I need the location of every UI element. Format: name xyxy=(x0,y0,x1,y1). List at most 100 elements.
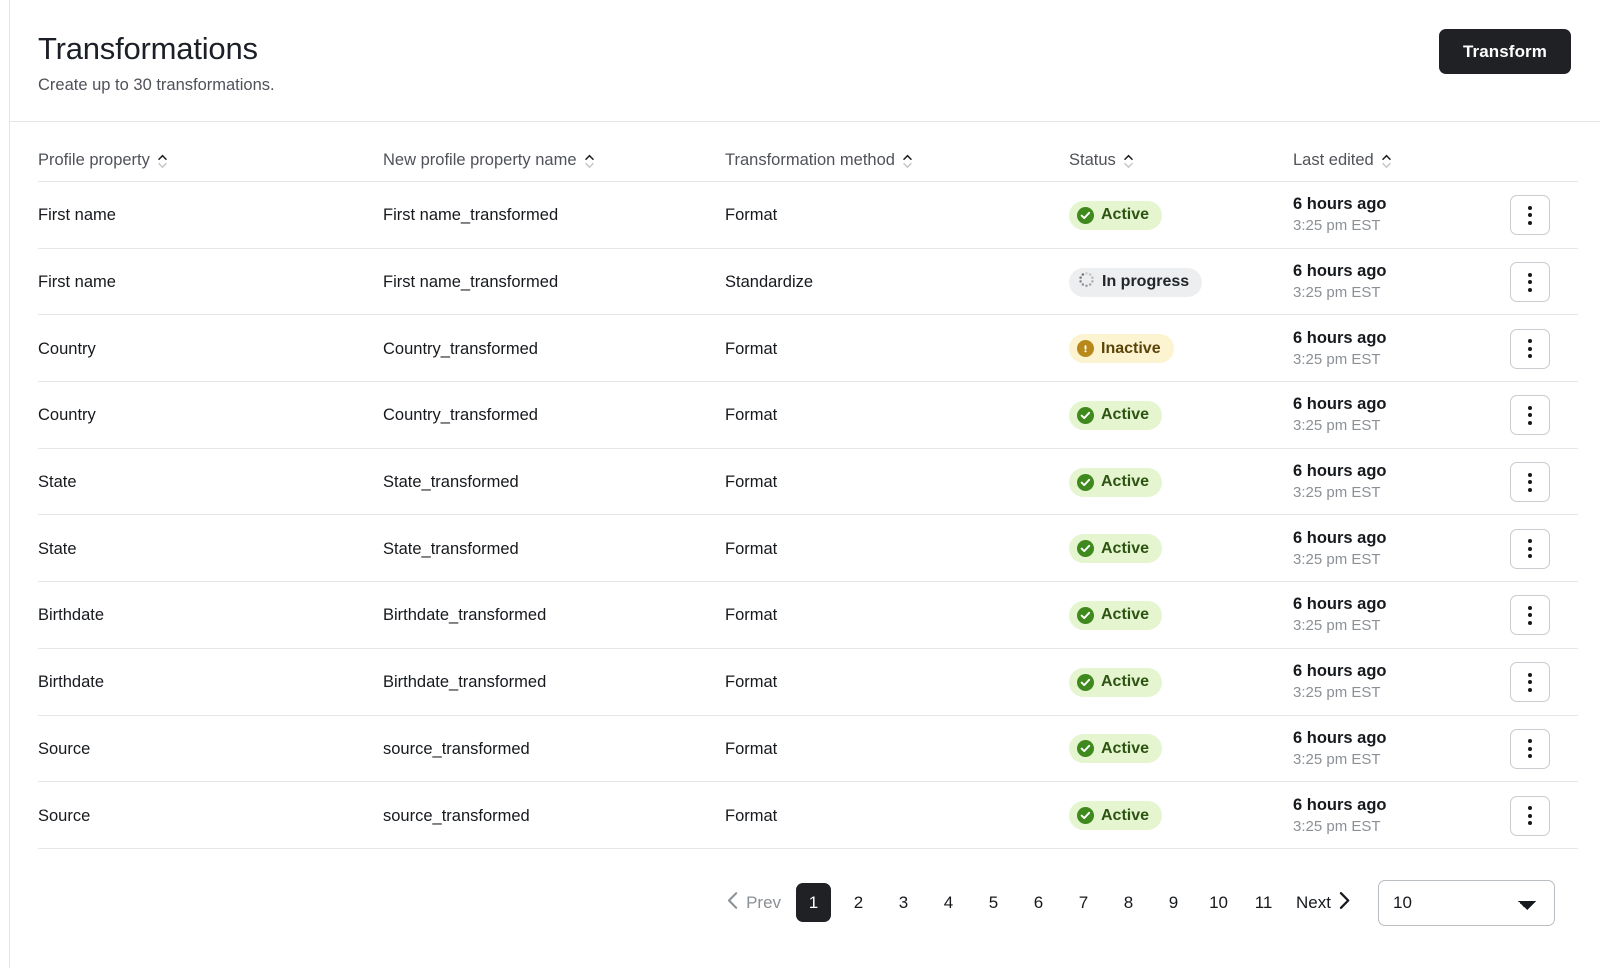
check-circle-icon xyxy=(1077,740,1094,757)
transformations-card: Transformations Create up to 30 transfor… xyxy=(9,0,1600,968)
cell-profile-property: State xyxy=(38,538,383,560)
transform-button[interactable]: Transform xyxy=(1439,29,1571,74)
cell-status: Active xyxy=(1069,201,1293,230)
cell-new-profile-property-name: First name_transformed xyxy=(383,271,725,293)
check-circle-icon xyxy=(1077,474,1094,491)
sort-profile-property-button[interactable]: Profile property xyxy=(38,151,168,170)
kebab-menu-icon xyxy=(1528,421,1532,425)
status-badge: Active xyxy=(1069,401,1162,430)
check-circle-icon xyxy=(1077,674,1094,691)
row-menu-button[interactable] xyxy=(1510,796,1550,836)
pagination-page-10[interactable]: 10 xyxy=(1201,883,1236,922)
pagination-page-7[interactable]: 7 xyxy=(1066,883,1101,922)
chevron-left-icon xyxy=(727,892,738,914)
page-header: Transformations Create up to 30 transfor… xyxy=(10,0,1600,122)
pagination-page-3[interactable]: 3 xyxy=(886,883,921,922)
status-badge: Active xyxy=(1069,668,1162,697)
table-row[interactable]: State State_transformed Format Active 6 … xyxy=(10,449,1600,516)
kebab-menu-icon xyxy=(1528,273,1532,277)
last-edited-time: 3:25 pm EST xyxy=(1293,283,1468,303)
pagination-page-8[interactable]: 8 xyxy=(1111,883,1146,922)
cell-new-profile-property-name: Country_transformed xyxy=(383,404,725,426)
pagination-page-2[interactable]: 2 xyxy=(841,883,876,922)
table-row[interactable]: First name First name_transformed Standa… xyxy=(10,249,1600,316)
cell-profile-property: First name xyxy=(38,271,383,293)
cell-profile-property: Source xyxy=(38,805,383,827)
cell-transformation-method: Format xyxy=(725,604,1069,626)
table-row[interactable]: Source source_transformed Format Active … xyxy=(10,782,1600,849)
kebab-menu-icon xyxy=(1528,354,1532,358)
cell-transformation-method: Format xyxy=(725,404,1069,426)
status-badge: Active xyxy=(1069,601,1162,630)
pagination-page-4[interactable]: 4 xyxy=(931,883,966,922)
cell-last-edited: 6 hours ago 3:25 pm EST xyxy=(1293,795,1468,837)
sort-transformation-method-button[interactable]: Transformation method xyxy=(725,151,913,170)
table-row[interactable]: Country Country_transformed Format Inact… xyxy=(10,315,1600,382)
row-menu-button[interactable] xyxy=(1510,395,1550,435)
table-row[interactable]: State State_transformed Format Active 6 … xyxy=(10,515,1600,582)
pagination-page-11[interactable]: 11 xyxy=(1246,883,1281,922)
pagination-prev-button[interactable]: Prev xyxy=(717,886,791,920)
row-menu-button[interactable] xyxy=(1510,195,1550,235)
page-title: Transformations xyxy=(38,30,258,68)
kebab-menu-icon xyxy=(1528,413,1532,417)
table-row[interactable]: First name First name_transformed Format… xyxy=(10,182,1600,249)
kebab-menu-icon xyxy=(1528,221,1532,225)
last-edited-time: 3:25 pm EST xyxy=(1293,683,1468,703)
column-header-status: Status xyxy=(1069,151,1293,170)
last-edited-relative: 6 hours ago xyxy=(1293,394,1468,415)
kebab-menu-icon xyxy=(1528,406,1532,410)
transformations-table: Profile property New profile property na… xyxy=(10,122,1600,849)
pagination-page-9[interactable]: 9 xyxy=(1156,883,1191,922)
table-body: First name First name_transformed Format… xyxy=(10,182,1600,849)
kebab-menu-icon xyxy=(1528,539,1532,543)
sort-status-button[interactable]: Status xyxy=(1069,151,1134,170)
cell-profile-property: Birthdate xyxy=(38,671,383,693)
row-menu-button[interactable] xyxy=(1510,662,1550,702)
last-edited-time: 3:25 pm EST xyxy=(1293,483,1468,503)
page-size-select[interactable]: 102550100 xyxy=(1378,880,1555,926)
pagination-page-5[interactable]: 5 xyxy=(976,883,1011,922)
cell-new-profile-property-name: Birthdate_transformed xyxy=(383,671,725,693)
status-badge: Active xyxy=(1069,468,1162,497)
cell-new-profile-property-name: source_transformed xyxy=(383,738,725,760)
table-row[interactable]: Country Country_transformed Format Activ… xyxy=(10,382,1600,449)
cell-transformation-method: Format xyxy=(725,204,1069,226)
column-label: Last edited xyxy=(1293,151,1374,170)
table-row[interactable]: Birthdate Birthdate_transformed Format A… xyxy=(10,582,1600,649)
last-edited-relative: 6 hours ago xyxy=(1293,328,1468,349)
sort-new-profile-property-name-button[interactable]: New profile property name xyxy=(383,151,595,170)
status-badge-label: Active xyxy=(1101,474,1149,490)
status-badge-label: Active xyxy=(1101,741,1149,757)
check-circle-icon xyxy=(1077,607,1094,624)
row-menu-button[interactable] xyxy=(1510,729,1550,769)
kebab-menu-icon xyxy=(1528,754,1532,758)
pagination-next-button[interactable]: Next xyxy=(1286,886,1360,920)
table-row[interactable]: Birthdate Birthdate_transformed Format A… xyxy=(10,649,1600,716)
chevron-right-icon xyxy=(1339,892,1350,914)
kebab-menu-icon xyxy=(1528,688,1532,692)
sort-arrows-icon xyxy=(1381,152,1392,169)
column-header-new-profile-property-name: New profile property name xyxy=(383,151,725,170)
table-row[interactable]: Source source_transformed Format Active … xyxy=(10,716,1600,783)
row-menu-button[interactable] xyxy=(1510,262,1550,302)
cell-status: Active xyxy=(1069,668,1293,697)
kebab-menu-icon xyxy=(1528,613,1532,617)
cell-transformation-method: Standardize xyxy=(725,271,1069,293)
cell-last-edited: 6 hours ago 3:25 pm EST xyxy=(1293,461,1468,503)
pagination-page-6[interactable]: 6 xyxy=(1021,883,1056,922)
cell-new-profile-property-name: Birthdate_transformed xyxy=(383,604,725,626)
row-menu-button[interactable] xyxy=(1510,595,1550,635)
cell-transformation-method: Format xyxy=(725,738,1069,760)
sort-last-edited-button[interactable]: Last edited xyxy=(1293,151,1392,170)
row-menu-button[interactable] xyxy=(1510,462,1550,502)
row-menu-button[interactable] xyxy=(1510,529,1550,569)
cell-actions xyxy=(1468,796,1572,836)
cell-last-edited: 6 hours ago 3:25 pm EST xyxy=(1293,394,1468,436)
kebab-menu-icon xyxy=(1528,480,1532,484)
pagination-page-1[interactable]: 1 xyxy=(796,883,831,922)
kebab-menu-icon xyxy=(1528,673,1532,677)
last-edited-relative: 6 hours ago xyxy=(1293,728,1468,749)
row-menu-button[interactable] xyxy=(1510,329,1550,369)
cell-new-profile-property-name: State_transformed xyxy=(383,538,725,560)
